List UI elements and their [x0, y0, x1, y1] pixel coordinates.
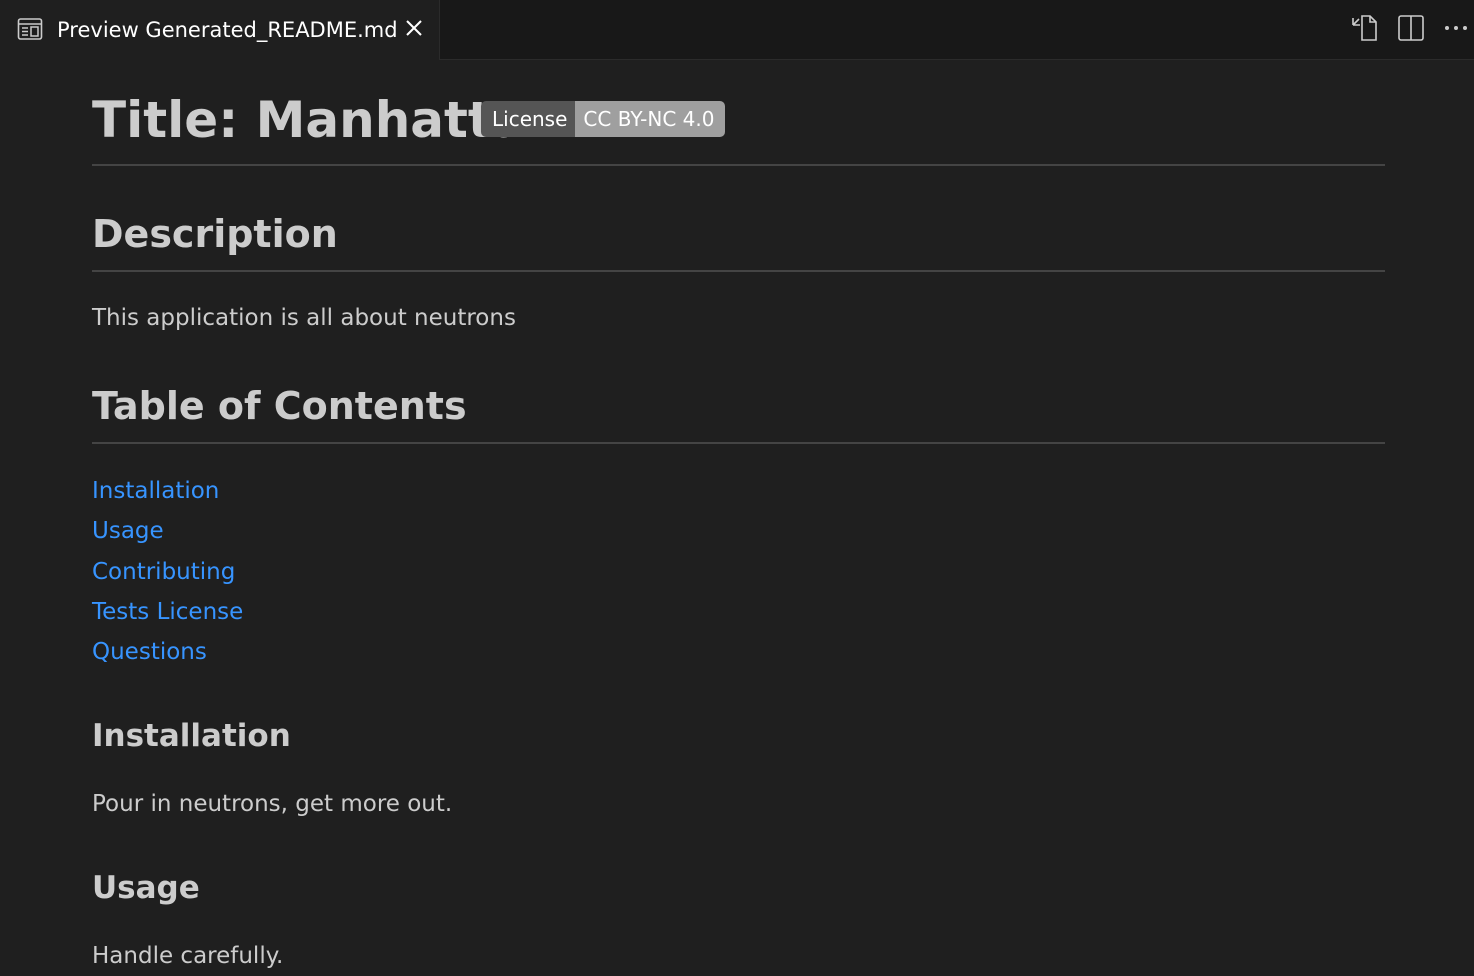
toc-link-questions[interactable]: Questions [92, 636, 207, 668]
toc-link-usage[interactable]: Usage [92, 515, 164, 547]
usage-text: Handle carefully. [92, 943, 284, 969]
open-source-icon[interactable] [1350, 13, 1380, 43]
title-row: Title: Manhattan License CC BY-NC 4.0 [92, 90, 1385, 166]
more-actions-icon[interactable] [1442, 13, 1472, 43]
toc-link-contributing[interactable]: Contributing [92, 556, 235, 588]
badge-value: CC BY-NC 4.0 [575, 101, 726, 137]
close-icon[interactable] [401, 15, 427, 41]
license-badge: License CC BY-NC 4.0 [481, 101, 726, 137]
description-text: This application is all about neutrons [92, 305, 516, 331]
tab-preview-readme[interactable]: Preview Generated_README.md [0, 0, 440, 60]
badge-label: License [481, 101, 576, 137]
installation-heading: Installation [92, 718, 291, 754]
split-editor-icon[interactable] [1396, 13, 1426, 43]
usage-heading: Usage [92, 870, 200, 906]
editor-tab-bar: Preview Generated_README.md [0, 0, 1474, 60]
toc-heading: Table of Contents [92, 382, 1385, 444]
toc-link-installation[interactable]: Installation [92, 475, 219, 507]
toc-link-tests-license[interactable]: Tests License [92, 596, 243, 628]
preview-icon [17, 18, 43, 40]
tab-label: Preview Generated_README.md [57, 18, 398, 42]
installation-text: Pour in neutrons, get more out. [92, 791, 453, 817]
description-heading: Description [92, 210, 1385, 272]
